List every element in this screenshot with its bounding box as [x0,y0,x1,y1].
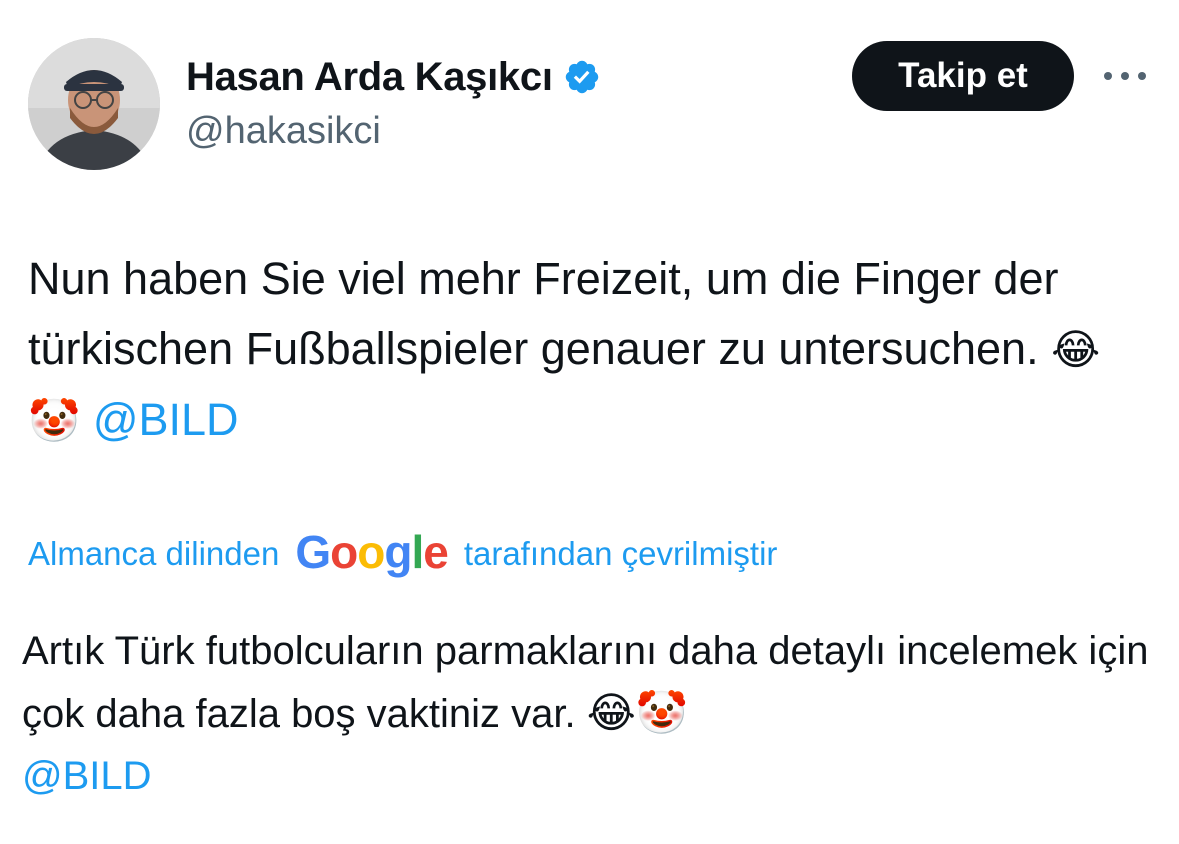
tweet-text: Nun haben Sie viel mehr Freizeit, um die… [28,244,1148,456]
google-logo: Google [295,526,448,578]
tweet-mention-link[interactable]: @BILD [93,394,239,445]
author-display-name[interactable]: Hasan Arda Kaşıkcı [186,55,553,100]
tweet-body: Nun haben Sie viel mehr Freizeit, um die… [28,253,1059,374]
follow-button[interactable]: Takip et [852,41,1074,111]
author-handle[interactable]: @hakasikci [186,110,381,153]
translated-mention-link[interactable]: @BILD [22,754,152,798]
translated-emojis: 😂🤡 [586,688,689,737]
tweet-card: Hasan Arda Kaşıkcı @hakasikci Takip et N… [0,0,1179,844]
translated-text: Artık Türk futbolcuların parmaklarını da… [22,620,1152,807]
translation-notice-prefix: Almanca dilinden [28,535,280,572]
translation-notice[interactable]: Almanca dilinden Google tarafından çevri… [28,526,777,582]
translation-notice-suffix: tarafından çevrilmiştir [463,535,778,572]
verified-badge-icon [563,58,601,96]
avatar[interactable] [28,38,160,170]
translated-body: Artık Türk futbolcuların parmaklarını da… [22,629,1149,736]
author-name-row[interactable]: Hasan Arda Kaşıkcı [186,50,601,104]
more-options-icon[interactable] [1100,58,1150,94]
